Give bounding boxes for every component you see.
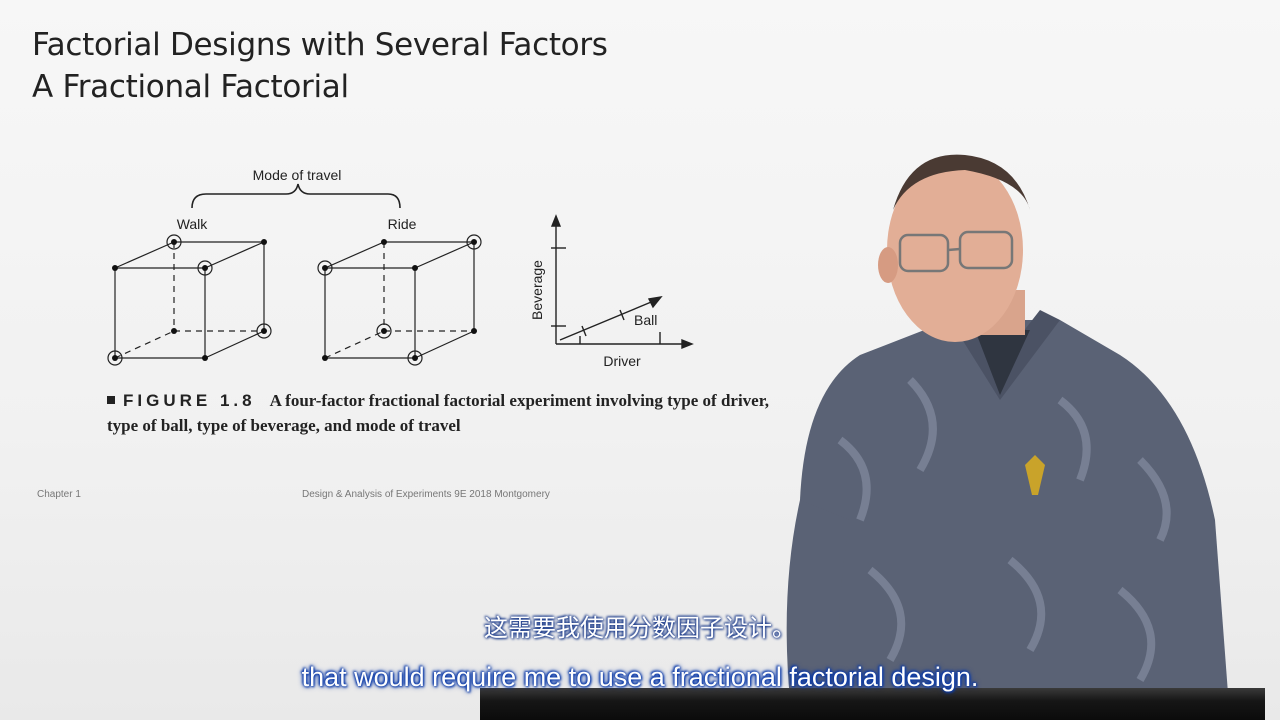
cube-ride [324, 241, 475, 359]
cube-walk [114, 241, 265, 359]
axis-y-label: Beverage [529, 260, 545, 320]
brace-label: Mode of travel [253, 167, 342, 183]
slide-title-line-1: Factorial Designs with Several Factors [32, 27, 608, 63]
interaction-plot [550, 214, 694, 350]
cube-ride-circled-runs [317, 234, 482, 366]
subtitle-english: that would require me to use a fractiona… [301, 662, 979, 692]
slide-title: Factorial Designs with Several Factors A… [32, 24, 608, 108]
factorial-figure: Mode of travel Walk Ride Beverage Driver… [107, 167, 694, 369]
slide-title-line-2: A Fractional Factorial [32, 69, 349, 105]
mode-of-travel-brace [191, 183, 401, 209]
footer-book: Design & Analysis of Experiments 9E 2018… [302, 489, 550, 500]
figure-caption: FIGURE 1.8 A four-factor fractional facto… [107, 388, 787, 438]
cube-ride-points [322, 239, 477, 361]
lecture-slide: Factorial Designs with Several Factors A… [0, 0, 1280, 720]
caption-bullet [107, 396, 115, 404]
cube-left-label: Walk [177, 216, 209, 232]
cube-walk-circled-runs [107, 234, 272, 366]
cube-right-label: Ride [388, 216, 417, 232]
caption-figure-number: FIGURE 1.8 [123, 391, 256, 410]
line-label: Ball [634, 312, 657, 328]
subtitle-chinese: 这需要我使用分数因子设计。 [484, 614, 796, 642]
axis-x-label: Driver [603, 353, 641, 369]
presenter-body [800, 310, 1230, 720]
cube-walk-points [112, 239, 267, 361]
footer-chapter: Chapter 1 [37, 489, 81, 500]
